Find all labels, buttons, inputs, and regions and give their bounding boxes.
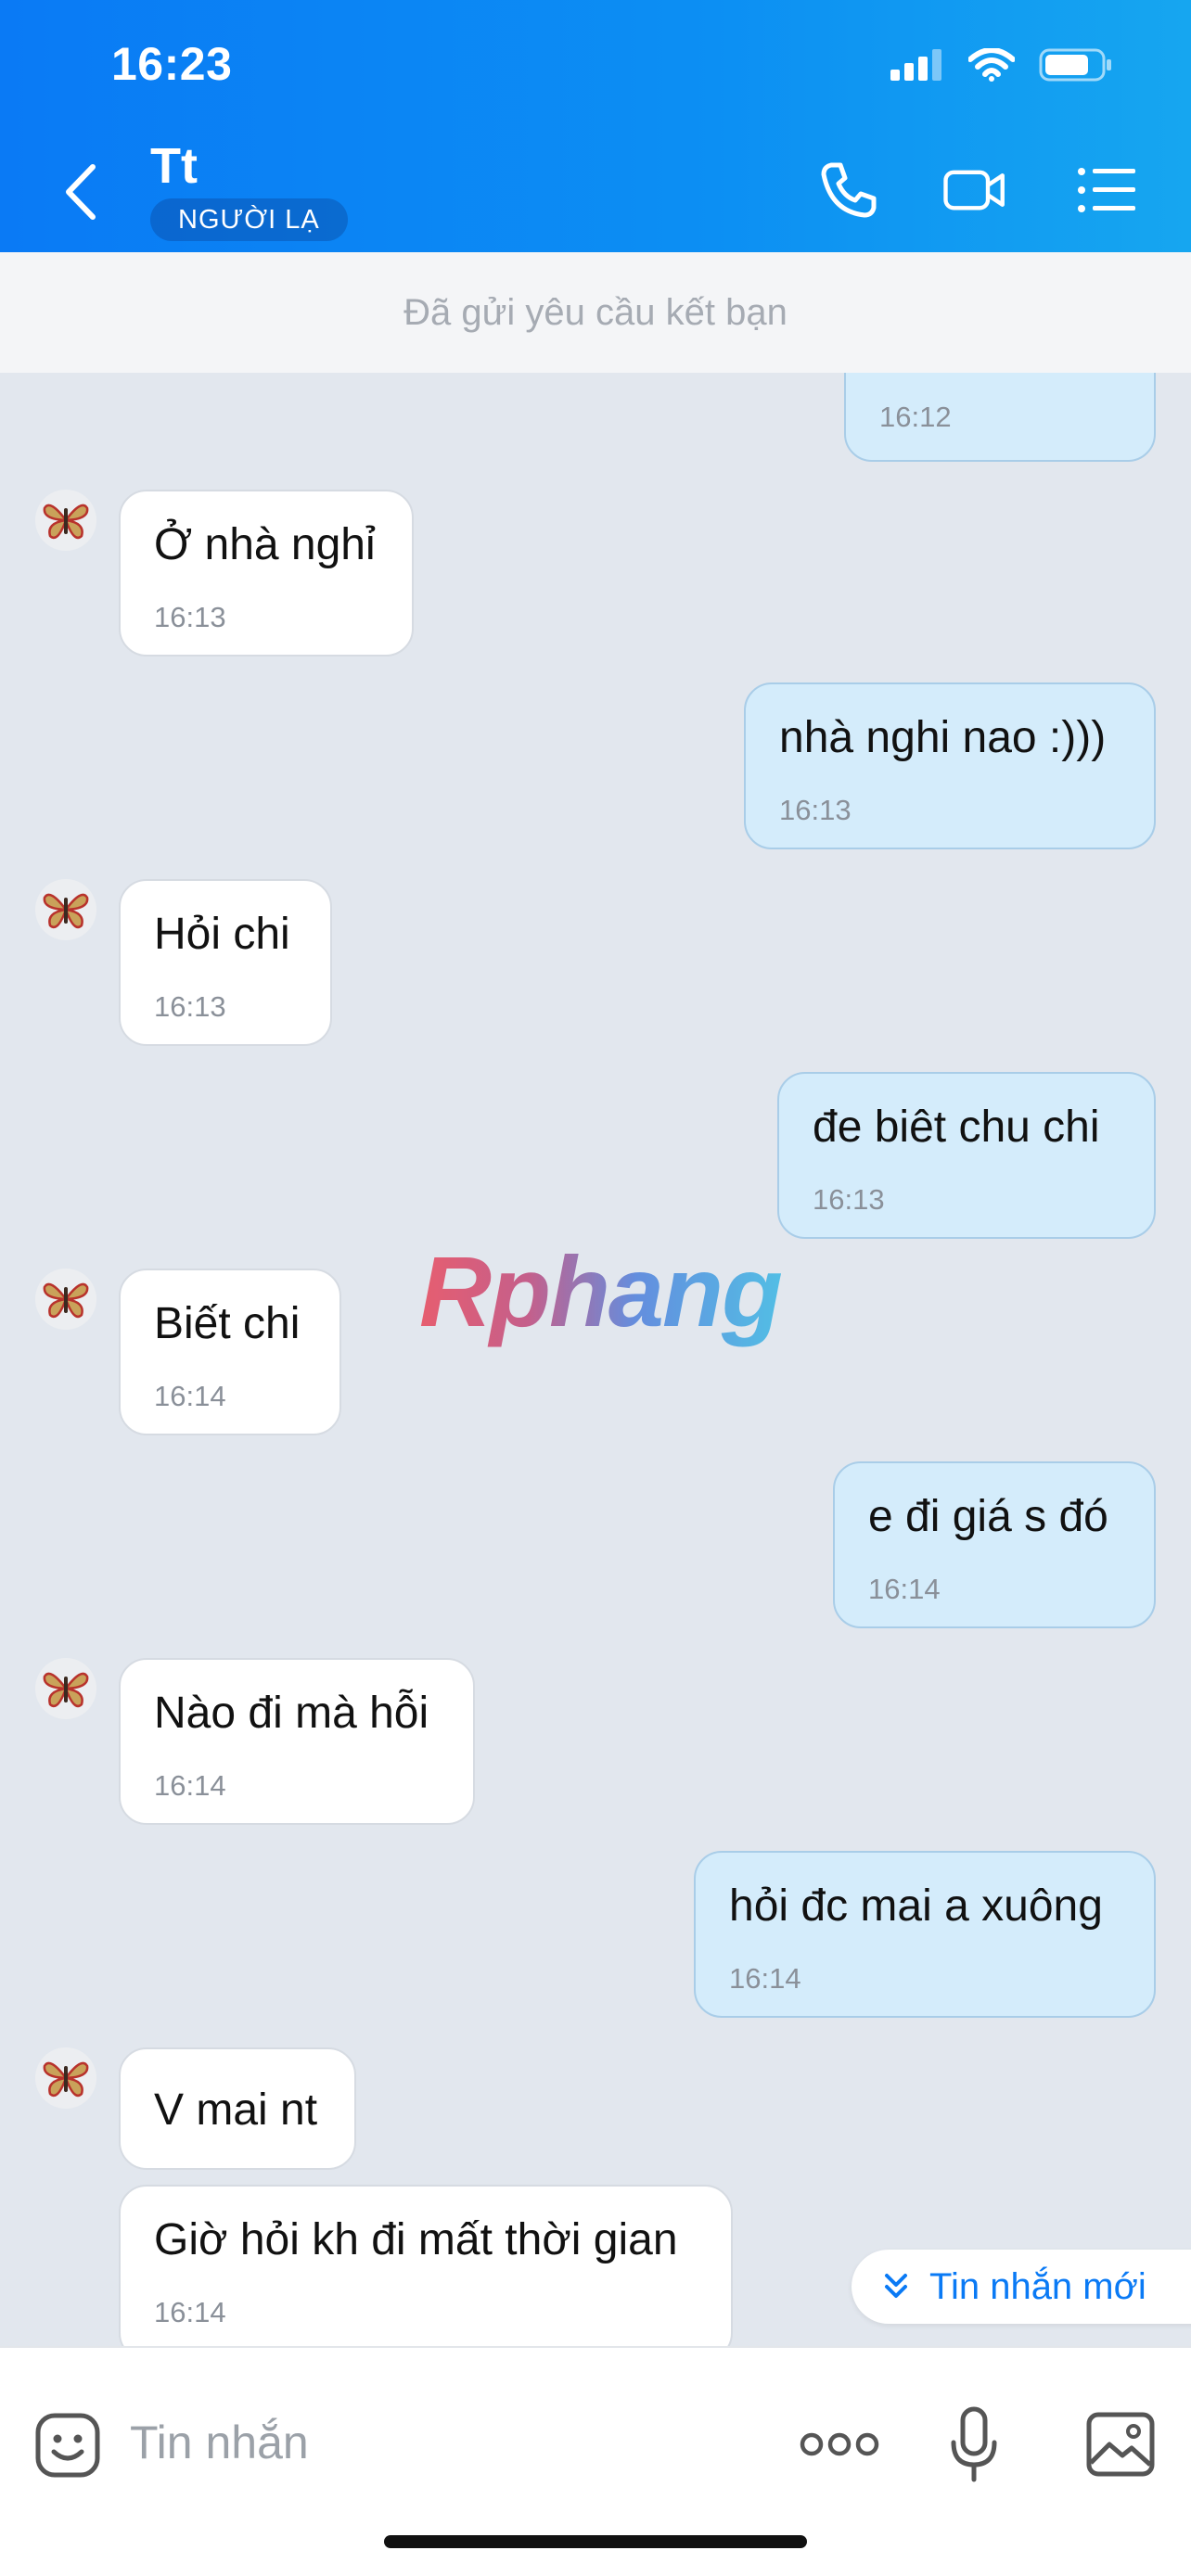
avatar[interactable] (35, 879, 96, 940)
wifi-icon (968, 48, 1015, 82)
menu-button[interactable] (1074, 158, 1139, 223)
image-icon (1086, 2412, 1155, 2477)
message-time: 16:14 (154, 2296, 226, 2328)
message-text: hỏi đc mai a xuông (729, 1881, 1103, 1931)
message-input[interactable] (130, 2405, 724, 2480)
message-text: Hỏi chi (154, 910, 290, 959)
microphone-icon (951, 2406, 997, 2482)
message-bubble-outgoing[interactable]: nhà nghi nao :))) 16:13 (744, 682, 1156, 849)
chat-header: 16:23 Tt NGƯỜI LẠ (0, 0, 1191, 252)
chat-title[interactable]: Tt (150, 137, 198, 195)
message-time: 16:14 (868, 1573, 941, 1605)
sticker-icon (35, 2413, 100, 2478)
more-icon (800, 2432, 879, 2456)
new-messages-button[interactable]: Tin nhắn mới (852, 2250, 1191, 2324)
message-bubble-incoming[interactable]: Biết chi 16:14 (119, 1269, 341, 1435)
butterfly-avatar-icon (43, 893, 89, 929)
home-indicator[interactable] (384, 2535, 807, 2548)
back-button[interactable] (56, 159, 108, 224)
message-list[interactable]: 16:12 Ở nhà nghỉ 16:13 nhà nghi nao :)))… (0, 373, 1191, 2346)
message-bubble-outgoing[interactable]: e đi giá s đó 16:14 (833, 1461, 1156, 1628)
avatar[interactable] (35, 2047, 96, 2109)
avatar[interactable] (35, 1269, 96, 1330)
status-icons (890, 46, 1113, 83)
message-time: 16:13 (154, 990, 226, 1023)
phone-icon (821, 162, 877, 218)
video-call-button[interactable] (942, 158, 1007, 223)
watermark-logo: Rphang (419, 1235, 783, 1347)
message-text: Ở nhà nghỉ (154, 520, 376, 569)
signal-icon (890, 49, 941, 81)
message-time: 16:13 (813, 1183, 885, 1216)
voice-call-button[interactable] (816, 158, 881, 223)
message-bubble-incoming[interactable]: Ở nhà nghỉ 16:13 (119, 490, 414, 657)
status-time: 16:23 (111, 38, 233, 90)
image-picker-button[interactable] (1085, 2409, 1156, 2480)
message-time: 16:12 (879, 401, 952, 433)
double-chevron-down-icon (885, 2274, 907, 2298)
avatar[interactable] (35, 490, 96, 551)
message-text: e đi giá s đó (868, 1492, 1108, 1541)
message-time: 16:13 (779, 794, 852, 826)
friend-request-status: Đã gửi yêu cầu kết bạn (0, 252, 1191, 373)
message-time: 16:14 (154, 1769, 226, 1802)
message-text: Nào đi mà hỗi (154, 1689, 429, 1738)
back-icon (66, 164, 96, 220)
message-text: Giờ hỏi kh đi mất thời gian (154, 2215, 678, 2264)
butterfly-avatar-icon (43, 2061, 89, 2098)
video-call-icon (943, 170, 1005, 210)
butterfly-avatar-icon (43, 1672, 89, 1708)
sticker-button[interactable] (33, 2411, 102, 2480)
butterfly-avatar-icon (43, 504, 89, 540)
battery-icon (1039, 48, 1111, 82)
more-button[interactable] (800, 2424, 879, 2465)
message-time: 16:13 (154, 601, 226, 633)
message-time: 16:14 (154, 1380, 226, 1412)
message-bubble-incoming[interactable]: Giờ hỏi kh đi mất thời gian 16:14 (119, 2185, 733, 2346)
message-bubble-incoming[interactable]: Nào đi mà hỗi 16:14 (119, 1658, 475, 1825)
stranger-badge: NGƯỜI LẠ (150, 198, 348, 241)
message-bubble-outgoing[interactable]: đe biêt chu chi 16:13 (777, 1072, 1156, 1239)
message-text: V mai nt (154, 2085, 318, 2135)
message-bubble-incoming[interactable]: Hỏi chi 16:13 (119, 879, 332, 1046)
message-text: nhà nghi nao :))) (779, 713, 1107, 762)
voice-record-button[interactable] (946, 2405, 1002, 2485)
message-bubble-incoming[interactable]: V mai nt (119, 2047, 356, 2170)
menu-list-icon (1078, 168, 1135, 212)
message-time: 16:14 (729, 1962, 801, 1995)
message-bubble-outgoing[interactable]: 16:12 (844, 373, 1156, 462)
message-text: đe biêt chu chi (813, 1103, 1100, 1152)
butterfly-avatar-icon (43, 1282, 89, 1319)
avatar[interactable] (35, 1658, 96, 1719)
new-messages-label: Tin nhắn mới (929, 2265, 1146, 2307)
message-bubble-outgoing[interactable]: hỏi đc mai a xuông 16:14 (694, 1851, 1156, 2018)
message-text: Biết chi (154, 1299, 301, 1348)
